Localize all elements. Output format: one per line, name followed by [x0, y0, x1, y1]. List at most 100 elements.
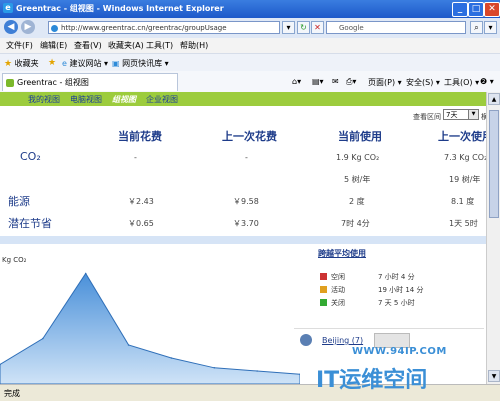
search-placeholder: Google	[339, 24, 364, 32]
web-slice-link[interactable]: ▣ 网页快讯库 ▾	[112, 58, 169, 69]
legend-value-idle: 7 小时 4 分	[378, 273, 415, 281]
row-label-energy: 能源	[8, 195, 30, 208]
usage-area-chart	[0, 272, 300, 384]
menu-tools[interactable]: 工具(T)	[146, 40, 173, 51]
menu-favorites[interactable]: 收藏夹(A)	[108, 40, 144, 51]
tab-greentrac[interactable]: Greentrac - 组视图	[2, 73, 178, 91]
group-users-icon	[300, 334, 312, 346]
nav-enterprise-view[interactable]: 企业视图	[146, 94, 178, 105]
col-last-cost: 上一次花费	[222, 130, 277, 143]
suggested-sites-label: 建议网站 ▾	[69, 59, 109, 68]
group-link-beijing[interactable]: Beijing (7)	[322, 336, 363, 345]
feeds-icon[interactable]: ▤▾	[312, 77, 324, 86]
tab-bar: Greentrac - 组视图 ⌂▾ ▤▾ ✉ ⎙▾ 页面(P) ▾ 安全(S)…	[0, 71, 500, 93]
tab-label: Greentrac - 组视图	[17, 78, 89, 87]
col-last-usage: 上一次使用	[438, 130, 486, 143]
row-label-savings: 潜在节省	[8, 217, 52, 230]
cell-co2-current-trees: 5 树/年	[344, 175, 371, 184]
url-dropdown-icon[interactable]: ▾	[282, 21, 295, 34]
nav-group-view[interactable]: 组视图	[112, 94, 136, 105]
data-point	[170, 357, 173, 359]
page-content: 我的视图 电脑视图 组视图 企业视图 查看区间 7天 ▼ 横 当前花费 上一次花…	[0, 92, 486, 384]
view-nav: 我的视图 电脑视图 组视图 企业视图	[0, 92, 486, 106]
legend-swatch-active	[320, 286, 327, 293]
suggested-sites-link[interactable]: e 建议网站 ▾	[62, 58, 108, 69]
cmd-tools[interactable]: 工具(O) ▾	[444, 77, 479, 88]
favorites-button[interactable]: ★ 收藏夹	[4, 58, 39, 69]
menu-view[interactable]: 查看(V)	[74, 40, 102, 51]
favorites-label: 收藏夹	[14, 59, 39, 68]
status-text: 完成	[4, 389, 20, 398]
data-point	[84, 272, 87, 275]
page-icon	[51, 25, 58, 32]
nav-computer-view[interactable]: 电脑视图	[70, 94, 102, 105]
menu-help[interactable]: 帮助(H)	[180, 40, 208, 51]
cell-energy-last-usage: 8.1 度	[451, 197, 475, 206]
search-input[interactable]: Google	[326, 21, 466, 34]
period-label: 查看区间	[413, 113, 441, 121]
add-favorite-icon[interactable]: ★	[48, 58, 56, 68]
period-select[interactable]: 7天 ▼	[443, 109, 479, 120]
legend-name-active: 活动	[331, 286, 345, 294]
vertical-scrollbar[interactable]: ▲ ▼	[486, 92, 500, 384]
legend-title[interactable]: 跨越平均使用	[318, 248, 366, 259]
cmd-help[interactable]: ❷ ▾	[480, 77, 494, 86]
legend-value-off: 7 天 5 小时	[378, 299, 415, 307]
data-point	[213, 366, 216, 369]
legend-swatch-idle	[320, 273, 327, 280]
legend-name-idle: 空闲	[331, 273, 345, 281]
ie-icon: e	[3, 3, 13, 13]
search-options-icon[interactable]: ▾	[484, 21, 497, 34]
menu-file[interactable]: 文件(F)	[6, 40, 33, 51]
home-icon[interactable]: ⌂▾	[292, 77, 301, 86]
forward-button[interactable]: ▶	[21, 20, 35, 34]
search-icon[interactable]: ⌕	[470, 21, 483, 34]
area-series-co2	[0, 272, 300, 384]
cell-co2-last-usage: 7.3 Kg CO₂	[444, 153, 486, 162]
period-value: 7天	[446, 111, 458, 119]
row-label-co2: CO₂	[20, 150, 41, 163]
scroll-up-icon[interactable]: ▲	[488, 93, 500, 105]
stop-icon[interactable]: ✕	[311, 21, 324, 34]
section-divider	[0, 236, 486, 244]
mail-icon[interactable]: ✉	[332, 77, 339, 86]
maximize-button[interactable]: □	[468, 2, 484, 17]
window-title: Greentrac - 组视图 - Windows Internet Explo…	[16, 4, 224, 13]
legend-value-active: 19 小时 14 分	[378, 286, 424, 294]
chevron-down-icon: ▼	[468, 110, 478, 119]
cmd-page[interactable]: 页面(P) ▾	[368, 77, 402, 88]
web-slice-label: 网页快讯库 ▾	[122, 59, 169, 68]
cmd-safety[interactable]: 安全(S) ▾	[406, 77, 440, 88]
cell-energy-current-usage: 2 度	[349, 197, 365, 206]
minimize-button[interactable]: _	[452, 2, 468, 17]
scroll-thumb[interactable]	[489, 110, 499, 218]
greentrac-favicon	[6, 79, 14, 87]
cell-co2-current-cost: -	[134, 153, 137, 162]
address-bar: ◀ ▶ http://www.greentrac.cn/greentrac/gr…	[0, 18, 500, 38]
watermark-url: WWW.94IP.COM	[352, 346, 447, 357]
col-current-cost: 当前花费	[118, 130, 162, 143]
close-button[interactable]: ✕	[484, 2, 500, 17]
url-text: http://www.greentrac.cn/greentrac/groupU…	[61, 24, 227, 32]
menu-edit[interactable]: 编辑(E)	[40, 40, 67, 51]
refresh-icon[interactable]: ↻	[297, 21, 310, 34]
print-icon[interactable]: ⎙▾	[346, 77, 356, 87]
cell-savings-current-cost: ￥0.65	[128, 219, 154, 228]
cell-savings-last-usage: 1天 5时	[449, 219, 478, 228]
menu-bar: 文件(F) 编辑(E) 查看(V) 收藏夹(A) 工具(T) 帮助(H)	[0, 38, 500, 53]
cell-co2-current-usage: 1.9 Kg CO₂	[336, 153, 380, 162]
cell-energy-current-cost: ￥2.43	[128, 197, 154, 206]
favorites-bar: ★ 收藏夹 ★ e 建议网站 ▾ ▣ 网页快讯库 ▾	[0, 53, 500, 71]
cell-co2-last-trees: 19 树/年	[449, 175, 481, 184]
web-slice-icon: ▣	[112, 59, 120, 68]
cell-energy-last-cost: ￥9.58	[233, 197, 259, 206]
ie-small-icon: e	[62, 59, 67, 68]
scroll-down-icon[interactable]: ▼	[488, 370, 500, 382]
nav-my-view[interactable]: 我的视图	[28, 94, 60, 105]
legend-name-off: 关闭	[331, 299, 345, 307]
cell-savings-last-cost: ￥3.70	[233, 219, 259, 228]
legend-swatch-off	[320, 299, 327, 306]
cell-co2-last-cost: -	[245, 153, 248, 162]
back-button[interactable]: ◀	[4, 20, 18, 34]
url-input[interactable]: http://www.greentrac.cn/greentrac/groupU…	[48, 21, 280, 34]
